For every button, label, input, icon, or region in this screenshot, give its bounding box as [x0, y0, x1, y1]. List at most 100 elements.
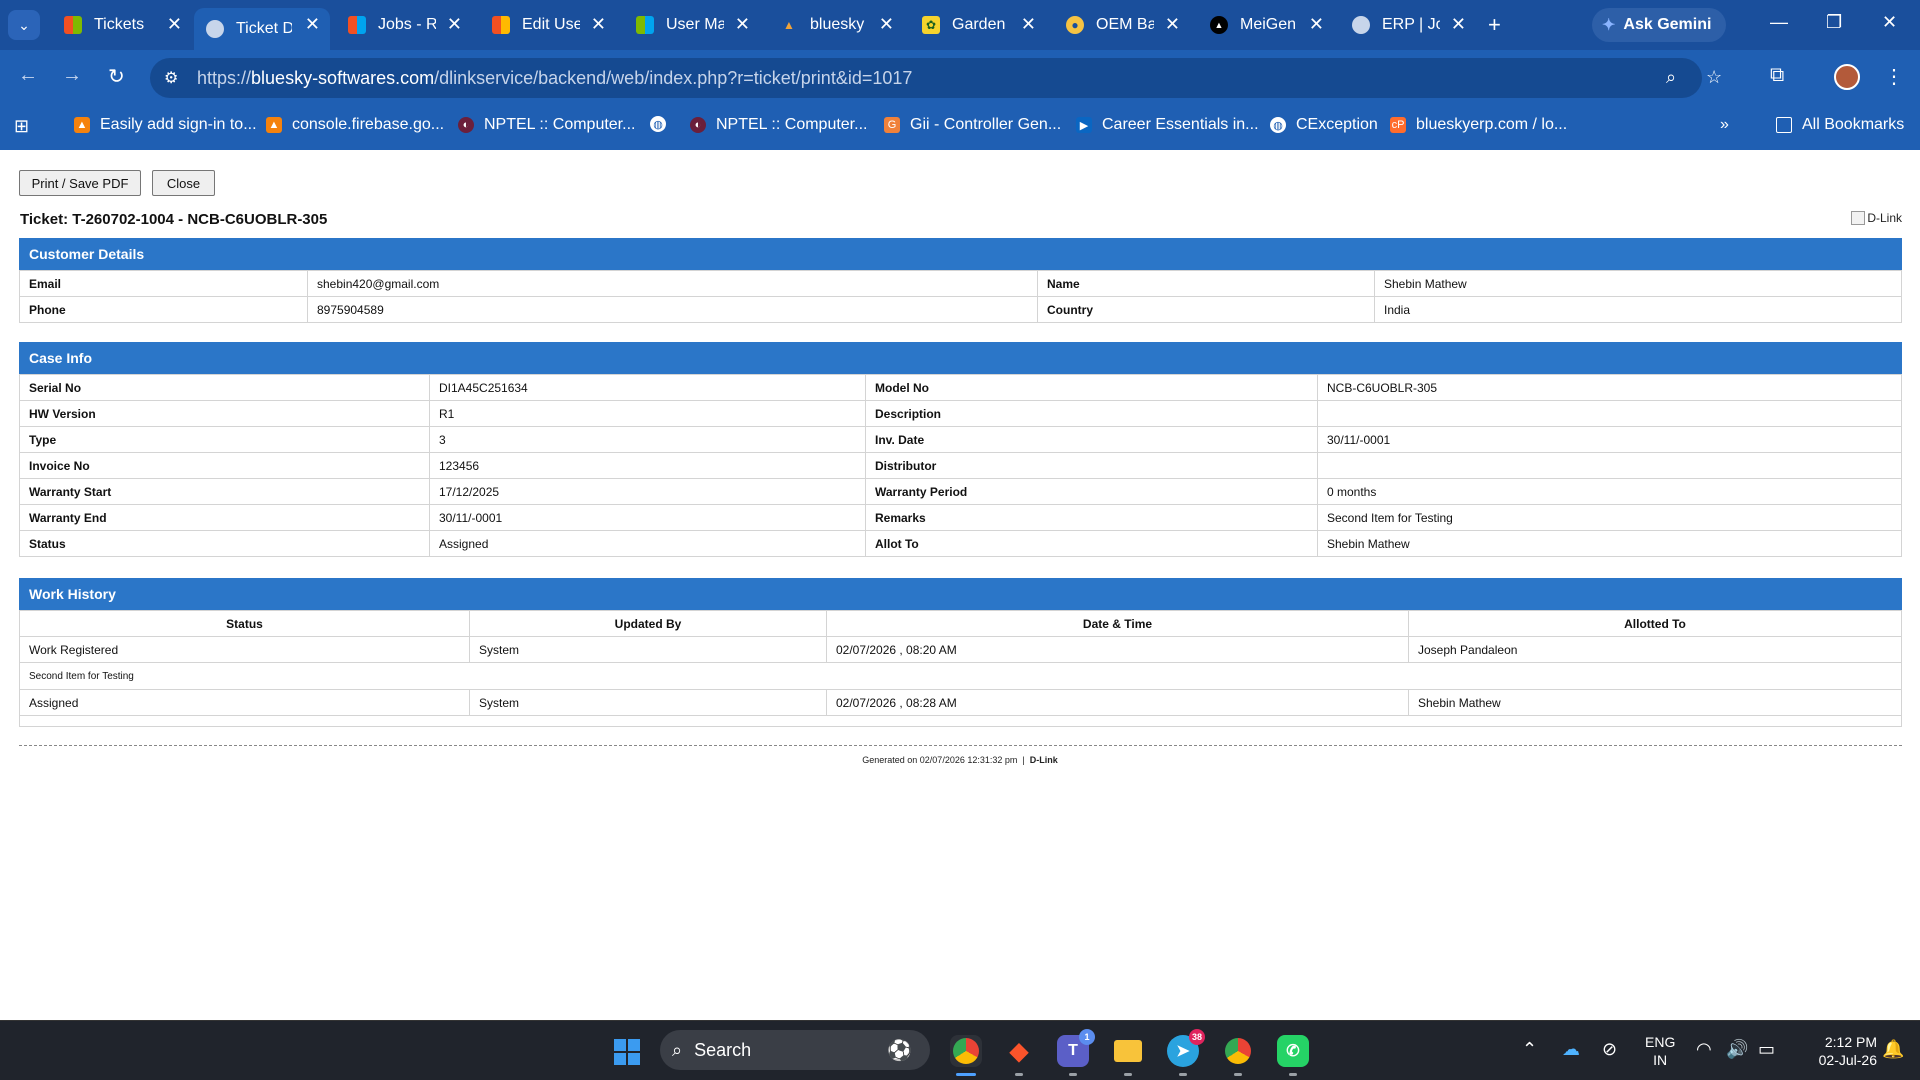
language-indicator[interactable]: ENG IN: [1645, 1033, 1675, 1069]
tab-user-management[interactable]: User Ma ✕: [624, 8, 760, 42]
taskbar-teams[interactable]: T 1: [1057, 1029, 1095, 1076]
taskbar-telegram[interactable]: ➤ 38: [1167, 1029, 1205, 1076]
telegram-icon: ➤: [1176, 1043, 1190, 1060]
close-icon[interactable]: ✕: [1309, 14, 1324, 35]
site-info-icon[interactable]: ⚙: [164, 68, 178, 88]
zoom-icon[interactable]: ⌕: [1666, 67, 1676, 88]
windows-logo-icon: [628, 1053, 640, 1065]
ask-gemini-button[interactable]: ✦ Ask Gemini: [1592, 8, 1726, 42]
running-indicator: [956, 1073, 976, 1076]
field-label: Warranty End: [19, 504, 430, 531]
tab-edit-user[interactable]: Edit Use ✕: [480, 8, 616, 42]
history-updated-by: System: [469, 689, 827, 716]
field-label: Name: [1037, 270, 1375, 297]
field-value: DI1A45C251634: [429, 374, 866, 401]
bookmark-item[interactable]: ◐ NPTEL :: Computer...: [690, 116, 867, 134]
bookmark-item[interactable]: ◐ NPTEL :: Computer...: [458, 116, 635, 134]
apps-grid-button[interactable]: ⊞: [14, 116, 29, 137]
tab-tickets[interactable]: Tickets ✕: [52, 8, 192, 42]
address-bar[interactable]: ⚙ https://bluesky-softwares.com/dlinkser…: [150, 58, 1722, 98]
close-icon[interactable]: ✕: [167, 14, 182, 35]
ticket-title: Ticket: T-260702-1004 - NCB-C6UOBLR-305: [20, 211, 328, 228]
tab-garden[interactable]: ✿ Garden ✕: [910, 8, 1046, 42]
tab-label: Ticket D: [236, 20, 292, 37]
field-label: Serial No: [19, 374, 430, 401]
notification-bell-icon[interactable]: 🔔: [1882, 1039, 1904, 1060]
kebab-menu-icon[interactable]: ⋮: [1884, 64, 1904, 89]
history-note-row: Second Item for Testing: [19, 662, 1902, 690]
microsoft-grid-icon: [64, 16, 82, 34]
field-label: Phone: [19, 296, 308, 323]
field-value: 0 months: [1317, 478, 1902, 505]
tab-search-menu[interactable]: ⌄: [8, 10, 40, 40]
table-header-row: Status Updated By Date & Time Allotted T…: [19, 610, 1902, 637]
tab-jobs[interactable]: Jobs - Rl ✕: [336, 8, 472, 42]
close-icon[interactable]: ✕: [591, 14, 606, 35]
close-icon[interactable]: ✕: [1165, 14, 1180, 35]
system-clock[interactable]: 2:12 PM 02-Jul-26: [1797, 1033, 1877, 1069]
bookmark-label: Career Essentials in...: [1102, 116, 1259, 133]
taskbar-whatsapp[interactable]: ✆: [1277, 1035, 1309, 1076]
battery-icon[interactable]: ▭: [1758, 1039, 1775, 1060]
window-close-button[interactable]: ✕: [1882, 12, 1897, 33]
restore-button[interactable]: ❐: [1826, 12, 1842, 33]
bookmark-item[interactable]: ▲ Easily add sign-in to...: [74, 116, 257, 134]
brave-icon: ◆: [1009, 1037, 1029, 1065]
browser-chrome: ⌄ Tickets ✕ Ticket D ✕ Jobs - Rl ✕ Edit …: [0, 0, 1920, 150]
close-icon[interactable]: ✕: [879, 14, 894, 35]
tab-oem[interactable]: ● OEM Ba ✕: [1054, 8, 1190, 42]
wifi-icon[interactable]: ◠: [1696, 1039, 1712, 1060]
taskbar-brave[interactable]: ◆: [1003, 1035, 1035, 1076]
minimize-button[interactable]: —: [1770, 12, 1788, 33]
more-bookmarks-button[interactable]: »: [1720, 116, 1729, 134]
ask-gemini-label: Ask Gemini: [1623, 16, 1712, 33]
bookmark-item[interactable]: ◍ CException: [1270, 116, 1378, 134]
taskbar-file-explorer[interactable]: [1112, 1035, 1144, 1076]
url-text[interactable]: https://bluesky-softwares.com/dlinkservi…: [197, 68, 912, 89]
bookmark-item[interactable]: ▶ Career Essentials in...: [1076, 116, 1259, 134]
profile-avatar[interactable]: [1834, 64, 1860, 90]
volume-icon[interactable]: 🔊: [1726, 1039, 1748, 1060]
taskbar-chrome[interactable]: [950, 1035, 982, 1076]
close-icon[interactable]: ✕: [735, 14, 750, 35]
windows-start-button[interactable]: [614, 1039, 640, 1065]
tab-erp[interactable]: ERP | Jo ✕: [1340, 8, 1476, 42]
close-icon[interactable]: ✕: [447, 14, 462, 35]
forward-button[interactable]: →: [62, 64, 82, 87]
print-save-pdf-button[interactable]: Print / Save PDF: [19, 170, 141, 196]
all-bookmarks-button[interactable]: All Bookmarks: [1776, 116, 1904, 134]
windows-logo-icon: [614, 1039, 626, 1051]
onedrive-icon[interactable]: ☁: [1562, 1039, 1580, 1060]
show-hidden-icons-button[interactable]: ⌃: [1522, 1039, 1537, 1060]
section-heading: Case Info: [19, 342, 1902, 374]
reload-button[interactable]: ↻: [108, 64, 125, 89]
back-button[interactable]: ←: [18, 64, 38, 87]
bookmark-star-icon[interactable]: ☆: [1706, 67, 1722, 88]
bookmark-item[interactable]: ◍: [650, 116, 676, 132]
section-heading: Work History: [19, 578, 1902, 610]
table-row: Status Assigned Allot To Shebin Mathew: [19, 530, 1902, 557]
tab-bluesky[interactable]: ▲ bluesky ✕: [768, 8, 904, 42]
close-icon[interactable]: ✕: [1021, 14, 1036, 35]
close-icon[interactable]: ✕: [305, 14, 320, 35]
close-icon[interactable]: ✕: [1451, 14, 1466, 35]
table-row: Work Registered System 02/07/2026 , 08:2…: [19, 636, 1902, 663]
tab-ticket-detail[interactable]: Ticket D ✕: [194, 8, 330, 50]
tab-label: MeiGen: [1240, 16, 1297, 33]
extensions-icon[interactable]: ⧉: [1770, 64, 1784, 87]
bookmark-item[interactable]: cP blueskyerp.com / lo...: [1390, 116, 1567, 134]
url-path: /dlinkservice/backend/web/index.php?r=ti…: [434, 68, 913, 88]
network-off-icon[interactable]: ⊘: [1602, 1039, 1617, 1060]
search-icon: ⌕: [672, 1039, 683, 1060]
taskbar-search[interactable]: ⌕ Search ⚽: [660, 1030, 930, 1070]
bookmark-item[interactable]: ▲ console.firebase.go...: [266, 116, 444, 134]
new-tab-button[interactable]: +: [1488, 12, 1501, 38]
chrome-icon: [953, 1038, 979, 1064]
tab-meigen[interactable]: ▲ MeiGen ✕: [1198, 8, 1334, 42]
bookmark-item[interactable]: G Gii - Controller Gen...: [884, 116, 1061, 134]
taskbar-chrome-profile[interactable]: [1222, 1035, 1254, 1076]
close-button[interactable]: Close: [152, 170, 215, 196]
column-header-date-time: Date & Time: [826, 610, 1409, 637]
chrome-icon: [1225, 1038, 1251, 1064]
globe-icon: [1352, 16, 1370, 34]
